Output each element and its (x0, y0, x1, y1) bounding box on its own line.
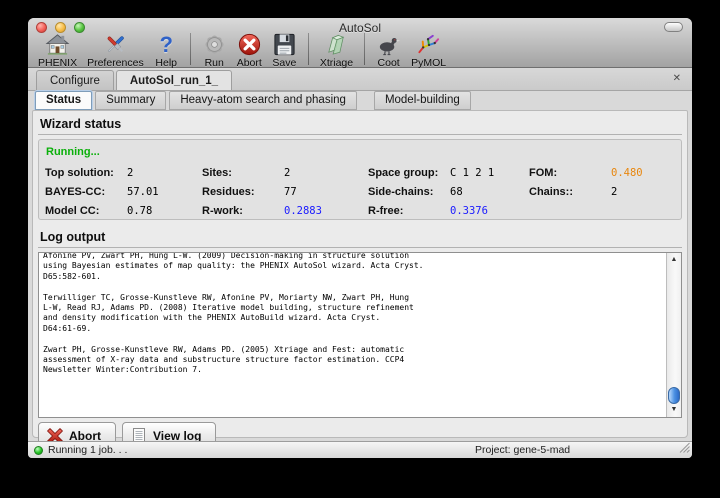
main-tab-bar: Configure AutoSol_run_1_ ✕ (28, 68, 692, 91)
stat-value: 2 (127, 167, 133, 179)
log-output-textarea[interactable]: Afonine PV, Zwart PH, Hung L-W. (2009) D… (38, 252, 682, 418)
toolbar-button-preferences[interactable]: Preferences (82, 32, 149, 68)
stat-value: 77 (284, 186, 297, 198)
stat-value: C 1 2 1 (450, 167, 494, 179)
stat-value: 0.480 (611, 167, 643, 179)
subtab-status[interactable]: Status (35, 91, 92, 110)
stat-label: Space group: (368, 167, 450, 179)
stat-r-work: R-work:0.2883 (202, 201, 368, 220)
stat-value: 0.3376 (450, 205, 488, 217)
wizard-stats-grid: Top solution:2 Sites:2 Space group:C 1 2… (45, 163, 675, 220)
close-tab-icon[interactable]: ✕ (673, 73, 681, 85)
toolbar-button-pymol[interactable]: PyMOL (406, 32, 451, 68)
scroll-up-arrow-icon[interactable]: ▲ (667, 254, 681, 266)
toolbar-toggle-button[interactable] (664, 22, 683, 32)
stat-label: Side-chains: (368, 186, 450, 198)
stat-space-group: Space group:C 1 2 1 (368, 163, 529, 182)
stat-bayes-cc: BAYES-CC:57.01 (45, 182, 202, 201)
stat-side-chains: Side-chains:68 (368, 182, 529, 201)
question-mark-icon: ? (154, 32, 179, 57)
divider (38, 134, 682, 135)
stat-empty-cell (529, 201, 675, 220)
stat-top-solution: Top solution:2 (45, 163, 202, 182)
stat-chains: Chains::2 (529, 182, 675, 201)
log-scrollbar[interactable]: ▲ ▼ (666, 253, 681, 417)
stat-label: Chains:: (529, 186, 611, 198)
toolbar: PHENIX Preferences ? Help R (33, 32, 451, 68)
stat-value: 2 (611, 186, 617, 198)
job-status-text: Running 1 job. . . (48, 444, 127, 456)
toolbar-button-run[interactable]: Run (197, 32, 232, 68)
running-status-text: Running... (46, 146, 675, 158)
stat-label: Sites: (202, 167, 284, 179)
stat-label: Top solution: (45, 167, 127, 179)
wizard-status-panel: Running... Top solution:2 Sites:2 Space … (38, 139, 682, 220)
tab-autosol-run-1[interactable]: AutoSol_run_1_ (116, 70, 232, 90)
toolbar-button-coot[interactable]: Coot (371, 32, 406, 68)
log-output-heading: Log output (40, 230, 682, 244)
toolbar-button-abort[interactable]: Abort (232, 32, 267, 68)
house-icon (45, 32, 70, 57)
stat-sites: Sites:2 (202, 163, 368, 182)
floppy-disk-icon (272, 32, 297, 57)
sub-tab-bar: Status Summary Heavy-atom search and pha… (28, 91, 692, 110)
crystal-icon (324, 32, 349, 57)
status-page: Wizard status Running... Top solution:2 … (32, 110, 688, 438)
project-name-text: Project: gene-5-mad (475, 444, 570, 456)
toolbar-button-save[interactable]: Save (267, 32, 302, 68)
toolbar-separator (190, 33, 191, 65)
subtab-model-building[interactable]: Model-building (374, 91, 471, 110)
stat-label: Residues: (202, 186, 284, 198)
stat-label: R-free: (368, 205, 450, 217)
red-x-circle-icon (237, 32, 262, 57)
autosol-window: AutoSol PHENIX Preferences ? (28, 18, 692, 458)
scroll-down-arrow-icon[interactable]: ▼ (667, 404, 681, 416)
green-status-led-icon (34, 446, 43, 455)
subtab-heavy-atom[interactable]: Heavy-atom search and phasing (169, 91, 357, 110)
stat-label: Model CC: (45, 205, 127, 217)
toolbar-button-phenix[interactable]: PHENIX (33, 32, 82, 68)
scrollbar-thumb[interactable] (668, 387, 680, 404)
gear-icon (202, 32, 227, 57)
stat-residues: Residues:77 (202, 182, 368, 201)
stat-value: 0.78 (127, 205, 152, 217)
status-bar: Running 1 job. . . Project: gene-5-mad (28, 441, 692, 458)
toolbar-separator (308, 33, 309, 65)
wizard-status-heading: Wizard status (40, 117, 682, 131)
divider (38, 247, 682, 248)
stat-label: FOM: (529, 167, 611, 179)
stat-value: 57.01 (127, 186, 159, 198)
stat-value: 68 (450, 186, 463, 198)
stat-label: R-work: (202, 205, 284, 217)
stat-model-cc: Model CC:0.78 (45, 201, 202, 220)
stat-value: 0.2883 (284, 205, 322, 217)
window-chrome: AutoSol PHENIX Preferences ? (28, 18, 692, 68)
stat-fom: FOM:0.480 (529, 163, 675, 182)
toolbar-separator (364, 33, 365, 65)
stat-label: BAYES-CC: (45, 186, 127, 198)
resize-grip[interactable] (679, 442, 690, 456)
molecule-sticks-icon (416, 32, 441, 57)
toolbar-button-help[interactable]: ? Help (149, 32, 184, 68)
stat-value: 2 (284, 167, 290, 179)
desktop-background: AutoSol PHENIX Preferences ? (0, 0, 720, 498)
subtab-summary[interactable]: Summary (95, 91, 166, 110)
crossed-tools-icon (103, 32, 128, 57)
bird-icon (376, 32, 401, 57)
stat-r-free: R-free:0.3376 (368, 201, 529, 220)
toolbar-button-xtriage[interactable]: Xtriage (315, 32, 358, 68)
tab-configure[interactable]: Configure (36, 70, 114, 90)
log-text: Afonine PV, Zwart PH, Hung L-W. (2009) D… (39, 252, 681, 377)
